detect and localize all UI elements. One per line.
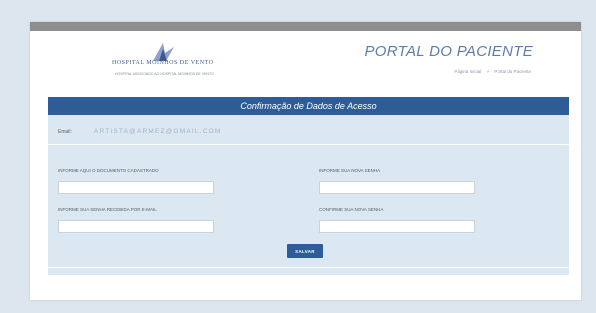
logo-tagline: HOSPITAL ASSOCIADO AO HOSPITAL MOINHOS D… <box>115 72 214 76</box>
email-password-field-group: INFORME SUA SENHA RECEBIDA POR E-MAIL <box>58 207 214 236</box>
new-password-field-group: INFORME SUA NOVA SENHA <box>319 168 475 197</box>
email-label: Email: <box>58 128 72 135</box>
email-value: ARTISTA@ARMEZ@GMAIL.COM <box>93 128 222 135</box>
panel-bottom-divider <box>48 267 569 268</box>
breadcrumb-home-link[interactable]: Página Inicial <box>454 69 481 74</box>
email-password-input[interactable] <box>58 220 214 233</box>
panel-title: Confirmação de Dados de Acesso <box>48 97 569 115</box>
divider <box>48 144 569 145</box>
hospital-logo[interactable]: HOSPITAL MOINHOS DE VENTO HOSPITAL ASSOC… <box>90 39 280 81</box>
new-password-input[interactable] <box>319 181 475 194</box>
site-header: HOSPITAL MOINHOS DE VENTO HOSPITAL ASSOC… <box>30 31 581 91</box>
email-row: Email: ARTISTA@ARMEZ@GMAIL.COM <box>58 128 222 135</box>
email-password-label: INFORME SUA SENHA RECEBIDA POR E-MAIL <box>58 207 157 212</box>
new-password-label: INFORME SUA NOVA SENHA <box>319 168 381 173</box>
save-button[interactable]: SALVAR <box>287 244 323 258</box>
breadcrumb-separator: » <box>486 69 489 74</box>
document-field-group: INFORME AQUI O DOCUMENTO CADASTRADO <box>58 168 214 197</box>
portal-title: PORTAL DO PACIENTE <box>364 43 533 60</box>
document-input[interactable] <box>58 181 214 194</box>
browser-page: HOSPITAL MOINHOS DE VENTO HOSPITAL ASSOC… <box>30 22 581 300</box>
breadcrumb: Página Inicial » Portal do Paciente <box>452 69 533 74</box>
confirmation-panel: Confirmação de Dados de Acesso Email: AR… <box>48 97 569 275</box>
confirm-password-field-group: CONFIRME SUA NOVA SENHA <box>319 207 475 236</box>
document-field-label: INFORME AQUI O DOCUMENTO CADASTRADO <box>58 168 159 173</box>
confirm-password-label: CONFIRME SUA NOVA SENHA <box>319 207 384 212</box>
logo-name: HOSPITAL MOINHOS DE VENTO <box>112 60 214 66</box>
top-bar <box>30 22 581 31</box>
breadcrumb-current: Portal do Paciente <box>494 69 531 74</box>
confirm-password-input[interactable] <box>319 220 475 233</box>
